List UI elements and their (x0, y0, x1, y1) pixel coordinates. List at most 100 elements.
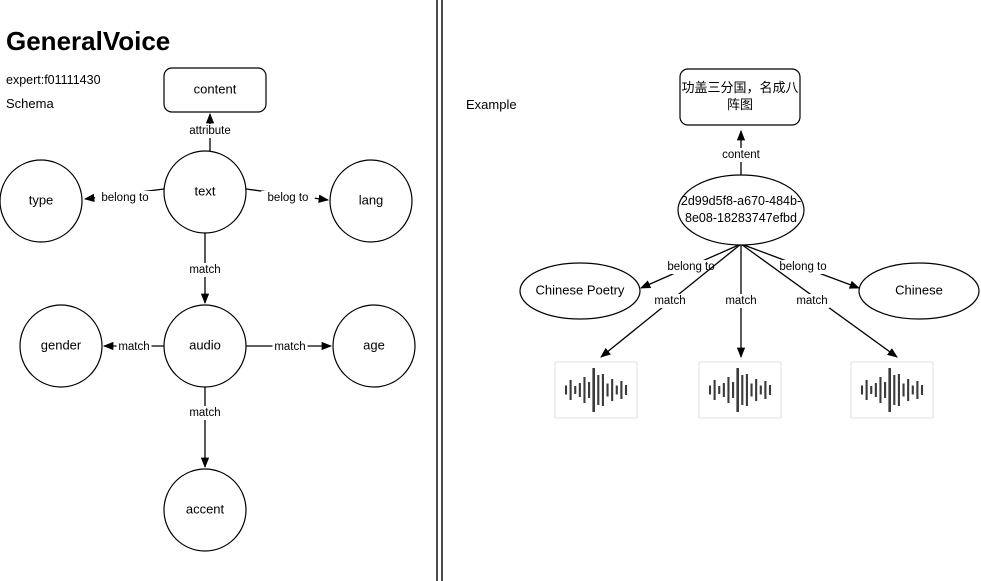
waveform-bar (759, 385, 762, 395)
node-content[interactable]: content (163, 67, 267, 113)
edge-label: match (654, 295, 685, 307)
node-label: content (194, 81, 237, 96)
edge-uuid-wave-center: match (723, 244, 759, 359)
node-label: Chinese Poetry (536, 282, 625, 297)
waveform-bar (732, 382, 735, 398)
edge-label: belong to (779, 261, 826, 273)
edge-uuid-poetry: belong to (640, 243, 742, 289)
waveform-bar (741, 375, 744, 405)
node-label: type (29, 192, 54, 207)
waveform-bar (920, 385, 924, 395)
node-chinese-poetry[interactable]: Chinese Poetry (519, 262, 641, 320)
schema-node-group: content text type lang audio gender age accent (0, 67, 416, 552)
edge-text-content: attribute (180, 112, 240, 151)
node-chinese[interactable]: Chinese (858, 262, 980, 320)
edge-label: match (189, 407, 220, 419)
waveform-bar (611, 379, 614, 401)
edge-label: match (118, 341, 149, 353)
example-node-group: 功盖三分国，名成八阵图 2d99d5f8-a670-484b- 8e08-18283… (519, 68, 980, 419)
waveform-bar (564, 385, 568, 395)
edge-label: content (722, 149, 761, 161)
node-wave-right[interactable] (850, 361, 934, 419)
waveform-bar (902, 383, 905, 397)
waveform-bar (745, 374, 748, 406)
node-label: 功盖三分国，名成八 (681, 80, 798, 96)
section-divider (436, 0, 443, 581)
waveform-bar (736, 368, 739, 412)
waveform-frame[interactable] (850, 361, 934, 419)
waveform-bar (588, 382, 591, 398)
waveform-bar (750, 383, 753, 397)
waveform-bar (722, 383, 725, 397)
node-label: gender (41, 337, 82, 352)
waveform-bar (597, 375, 600, 405)
waveform-bar (578, 383, 581, 397)
node-label: accent (186, 501, 225, 516)
edge-audio-gender: match (102, 340, 164, 354)
waveform-frame[interactable] (554, 361, 638, 419)
waveform-bar (624, 385, 628, 395)
waveform-bar (874, 383, 877, 397)
waveform-bar (713, 380, 716, 400)
node-label: 8e08-18283747efbd (685, 211, 797, 225)
waveform-bar (907, 379, 910, 401)
edge-audio-age: match (246, 340, 333, 354)
diagram-canvas: GeneralVoice expert:f01111430 Schema Exa… (0, 0, 981, 581)
node-lang[interactable]: lang (329, 159, 413, 243)
node-label: Chinese (895, 282, 943, 297)
node-wave-left[interactable] (554, 361, 638, 419)
node-type[interactable]: type (0, 159, 83, 243)
node-wave-center[interactable] (698, 361, 782, 419)
waveform-bar (879, 377, 882, 403)
waveform-bar (764, 381, 767, 399)
waveform-bar (708, 385, 712, 395)
waveform-bar (574, 386, 577, 394)
edge-text-lang: belog to (245, 188, 330, 205)
node-label: 阵图 (727, 98, 753, 113)
edge-uuid-chinese: belong to (740, 243, 860, 289)
page-title: GeneralVoice (6, 26, 170, 56)
node-audio[interactable]: audio (163, 304, 247, 388)
edge-label: belog to (268, 192, 309, 204)
edge-label: match (725, 295, 756, 307)
edge-label: match (274, 341, 305, 353)
node-label: audio (189, 337, 221, 352)
waveform-bar (897, 374, 900, 406)
waveform-bar (865, 380, 868, 400)
waveform-bar (860, 385, 864, 395)
waveform-bar (601, 374, 604, 406)
waveform-bar (768, 385, 772, 395)
waveform-bar (615, 385, 618, 395)
waveform-frame[interactable] (698, 361, 782, 419)
node-age[interactable]: age (332, 304, 416, 388)
node-poem-content[interactable]: 功盖三分国，名成八阵图 (679, 68, 801, 126)
example-section-label: Example (466, 97, 517, 112)
waveform-bar (583, 377, 586, 403)
knowledge-graph-svg: GeneralVoice expert:f01111430 Schema Exa… (0, 0, 980, 581)
expert-id-text: expert:f01111430 (6, 73, 101, 87)
waveform-bar (884, 382, 887, 398)
edge-label: match (189, 264, 220, 276)
waveform-bar (620, 381, 623, 399)
waveform-bar (592, 368, 595, 412)
waveform-bar (916, 381, 919, 399)
waveform-bar (755, 379, 758, 401)
node-gender[interactable]: gender (19, 304, 103, 388)
node-accent[interactable]: accent (163, 468, 247, 552)
node-label: lang (359, 192, 384, 207)
schema-section-label: Schema (6, 96, 54, 111)
node-uuid[interactable]: 2d99d5f8-a670-484b- 8e08-18283747efbd (677, 174, 805, 246)
edge-text-type: belong to (83, 188, 165, 205)
edge-label: belong to (101, 192, 148, 204)
edge-text-audio: match (187, 233, 223, 305)
waveform-bar (911, 385, 914, 395)
waveform-bar (718, 386, 721, 394)
edge-audio-accent: match (187, 387, 223, 469)
waveform-bar (870, 386, 873, 394)
edge-label: attribute (189, 125, 231, 137)
node-text[interactable]: text (163, 150, 247, 234)
waveform-bar (606, 383, 609, 397)
waveform-bar (569, 380, 572, 400)
node-label: age (363, 337, 385, 352)
node-rounded-rect[interactable] (679, 68, 801, 126)
